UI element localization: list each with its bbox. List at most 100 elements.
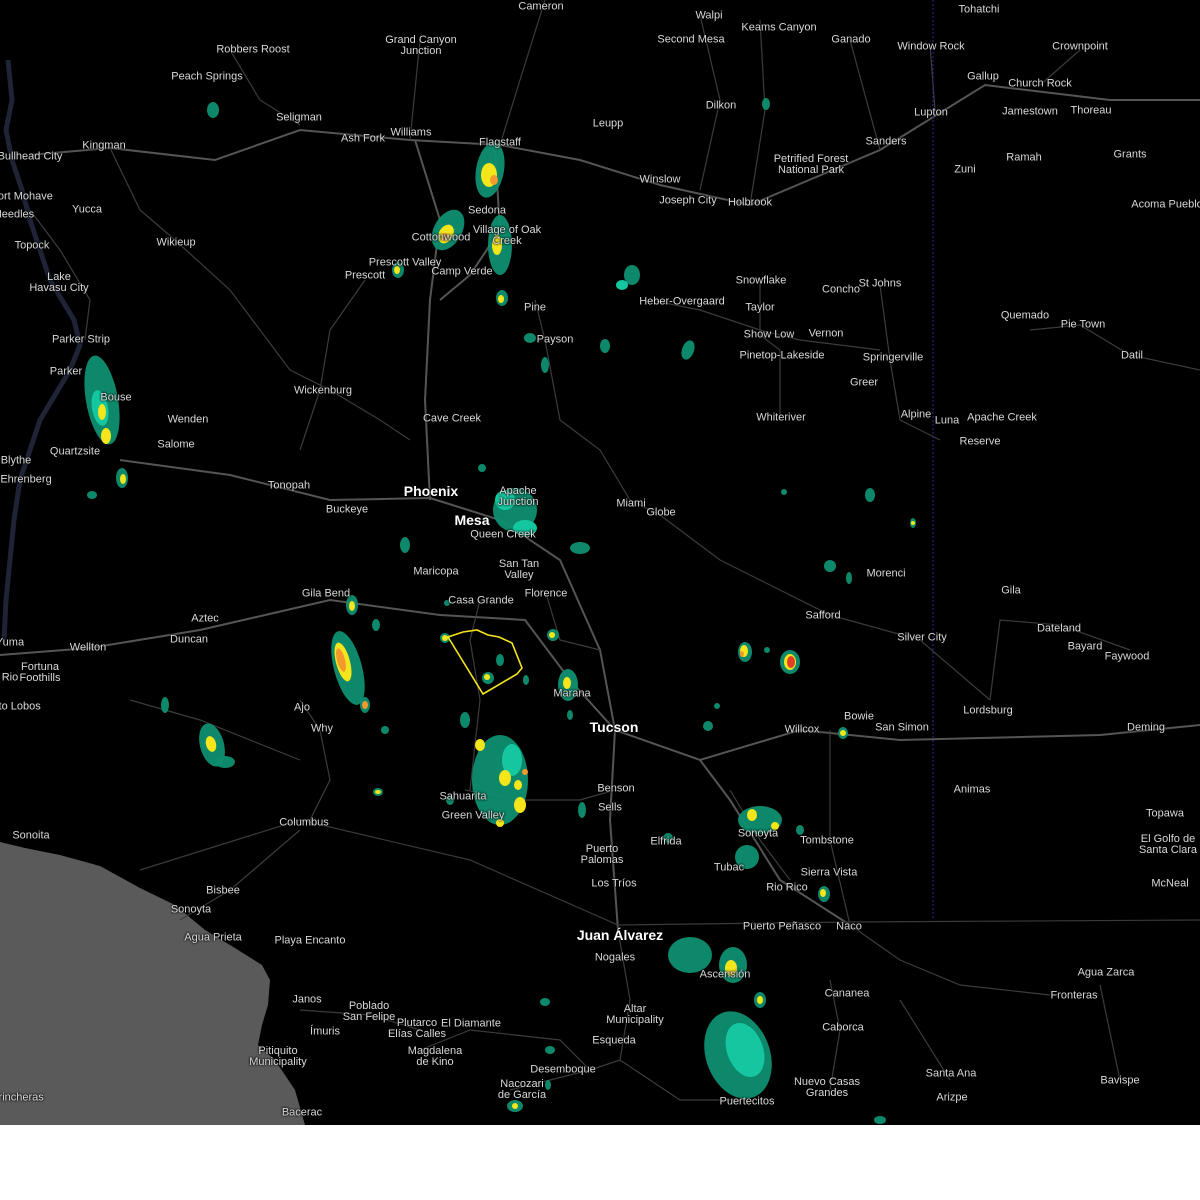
place-label: Apache Creek	[967, 411, 1037, 424]
place-label: Ganado	[831, 33, 871, 46]
place-label: Zuni	[954, 163, 976, 176]
place-label: Parker Strip	[51, 333, 111, 346]
place-label: Whiteriver	[756, 411, 806, 424]
place-label: Parker	[49, 365, 83, 378]
place-label: Pinetop-Lakeside	[739, 349, 825, 362]
place-label: Willcox	[784, 723, 820, 736]
place-label: Datil	[1120, 349, 1144, 362]
place-label: Faywood	[1104, 650, 1150, 663]
place-label: Topock	[14, 239, 50, 252]
place-label: Morenci	[866, 567, 906, 580]
place-label: Concho	[822, 283, 860, 296]
place-label: Tombstone	[800, 834, 854, 847]
place-label: Reserve	[959, 435, 1001, 448]
place-label: Sonoyta	[170, 903, 212, 916]
place-label: Columbus	[279, 816, 329, 829]
page-footer-blank	[0, 1125, 1200, 1200]
place-label: San Tan Valley	[498, 558, 540, 581]
place-label: Agua Zarca	[1077, 966, 1135, 979]
place-label: Queen Creek	[470, 528, 536, 541]
place-label: Miami	[616, 497, 646, 510]
place-label: San Simon	[875, 721, 929, 734]
place-label: Dilkon	[705, 99, 737, 112]
place-label: Ehrenberg	[0, 473, 52, 486]
place-label: Pine	[523, 301, 547, 314]
place-label: Santa Ana	[925, 1067, 977, 1080]
place-label: Sahuarita	[439, 790, 487, 803]
place-label: Needles	[0, 208, 35, 221]
place-label: Luna	[934, 414, 960, 427]
place-label: Green Valley	[441, 809, 505, 822]
place-label: Camp Verde	[431, 265, 493, 278]
place-label: Puerto Palomas	[580, 843, 624, 866]
radar-map[interactable]: Cameron Walpi Keams Canyon Second Mesa Tohat…	[0, 0, 1200, 1125]
place-label: Joseph City	[659, 194, 717, 207]
place-label: Ajo	[294, 701, 310, 714]
place-label: Elfrida	[650, 835, 682, 848]
place-label: Ramah	[1006, 151, 1042, 164]
place-label: Pitiquito Municipality	[249, 1045, 307, 1068]
place-label: Holbrook	[727, 196, 773, 209]
place-label: Puertecitos	[719, 1095, 775, 1108]
place-label: Los Tríos	[591, 877, 637, 890]
place-label: Prescott Valley	[368, 256, 442, 269]
place-label: Arizpe	[936, 1091, 968, 1104]
place-label: Agua Prieta	[184, 931, 242, 944]
place-label: Apache Junction	[497, 485, 539, 508]
place-label: Lake Havasu City	[29, 271, 89, 294]
place-label: Altar Municipality	[606, 1003, 664, 1026]
place-label: Bisbee	[206, 884, 240, 897]
place-label: Pie Town	[1060, 318, 1106, 331]
place-label: Sonoita	[12, 829, 50, 842]
place-label: Winslow	[639, 173, 681, 186]
place-label: Flagstaff	[479, 136, 521, 149]
place-label: El Golfo de Santa Clara	[1138, 833, 1198, 856]
place-label: Quemado	[1000, 309, 1050, 322]
place-label: Ímuris	[310, 1025, 340, 1038]
place-label: Silver City	[897, 631, 947, 644]
place-label: Esqueda	[592, 1034, 636, 1047]
place-label: Marana	[553, 687, 591, 700]
place-label: Walpi	[695, 9, 723, 22]
place-label: Deming	[1127, 721, 1165, 734]
place-label: Crownpoint	[1052, 40, 1108, 53]
place-label: Puerto Lobos	[0, 700, 41, 713]
place-label: Dateland	[1036, 622, 1082, 635]
place-label: Benson	[597, 782, 635, 795]
place-label: Vernon	[808, 327, 844, 340]
place-label: Topawa	[1146, 807, 1184, 820]
place-label: Nogales	[594, 951, 636, 964]
place-label: Buckeye	[325, 503, 369, 516]
place-label: Rio Rico	[766, 881, 808, 894]
place-label: Nuevo Casas Grandes	[793, 1076, 861, 1099]
place-label: Quartzsite	[49, 445, 101, 458]
place-label: Nacozari de García	[497, 1078, 547, 1101]
place-label: Sonoyta	[737, 827, 779, 840]
place-label: Seligman	[276, 111, 322, 124]
place-label: Salome	[157, 438, 195, 451]
place-label: Heber-Overgaard	[639, 295, 725, 308]
place-label: Wellton	[69, 641, 107, 654]
place-label: Payson	[536, 333, 574, 346]
place-label: Lupton	[914, 106, 948, 119]
place-label: Acoma Pueblo	[1131, 198, 1200, 211]
warning-polygon[interactable]	[446, 629, 523, 696]
place-label: El Diamante	[441, 1017, 501, 1030]
place-label: Bavispe	[1100, 1074, 1140, 1087]
place-label: Jamestown	[1002, 105, 1058, 118]
place-label: Wenden	[167, 413, 209, 426]
place-label: McNeal	[1151, 877, 1189, 890]
place-label: Second Mesa	[657, 33, 725, 46]
place-label: Sanders	[865, 135, 907, 148]
place-label: Sierra Vista	[800, 866, 858, 879]
place-label: Cottonwood	[411, 231, 471, 244]
place-label: Ascensión	[699, 968, 751, 981]
place-label: Florence	[524, 587, 568, 600]
place-label: Wickenburg	[293, 384, 353, 397]
place-label: Fortuna Foothills	[19, 661, 61, 684]
place-label: Janos	[292, 993, 322, 1006]
place-label: Magdalena de Kino	[407, 1045, 463, 1068]
place-label: Sedona	[468, 204, 506, 217]
place-label: Duncan	[170, 633, 208, 646]
place-label: Gila Bend	[301, 587, 351, 600]
